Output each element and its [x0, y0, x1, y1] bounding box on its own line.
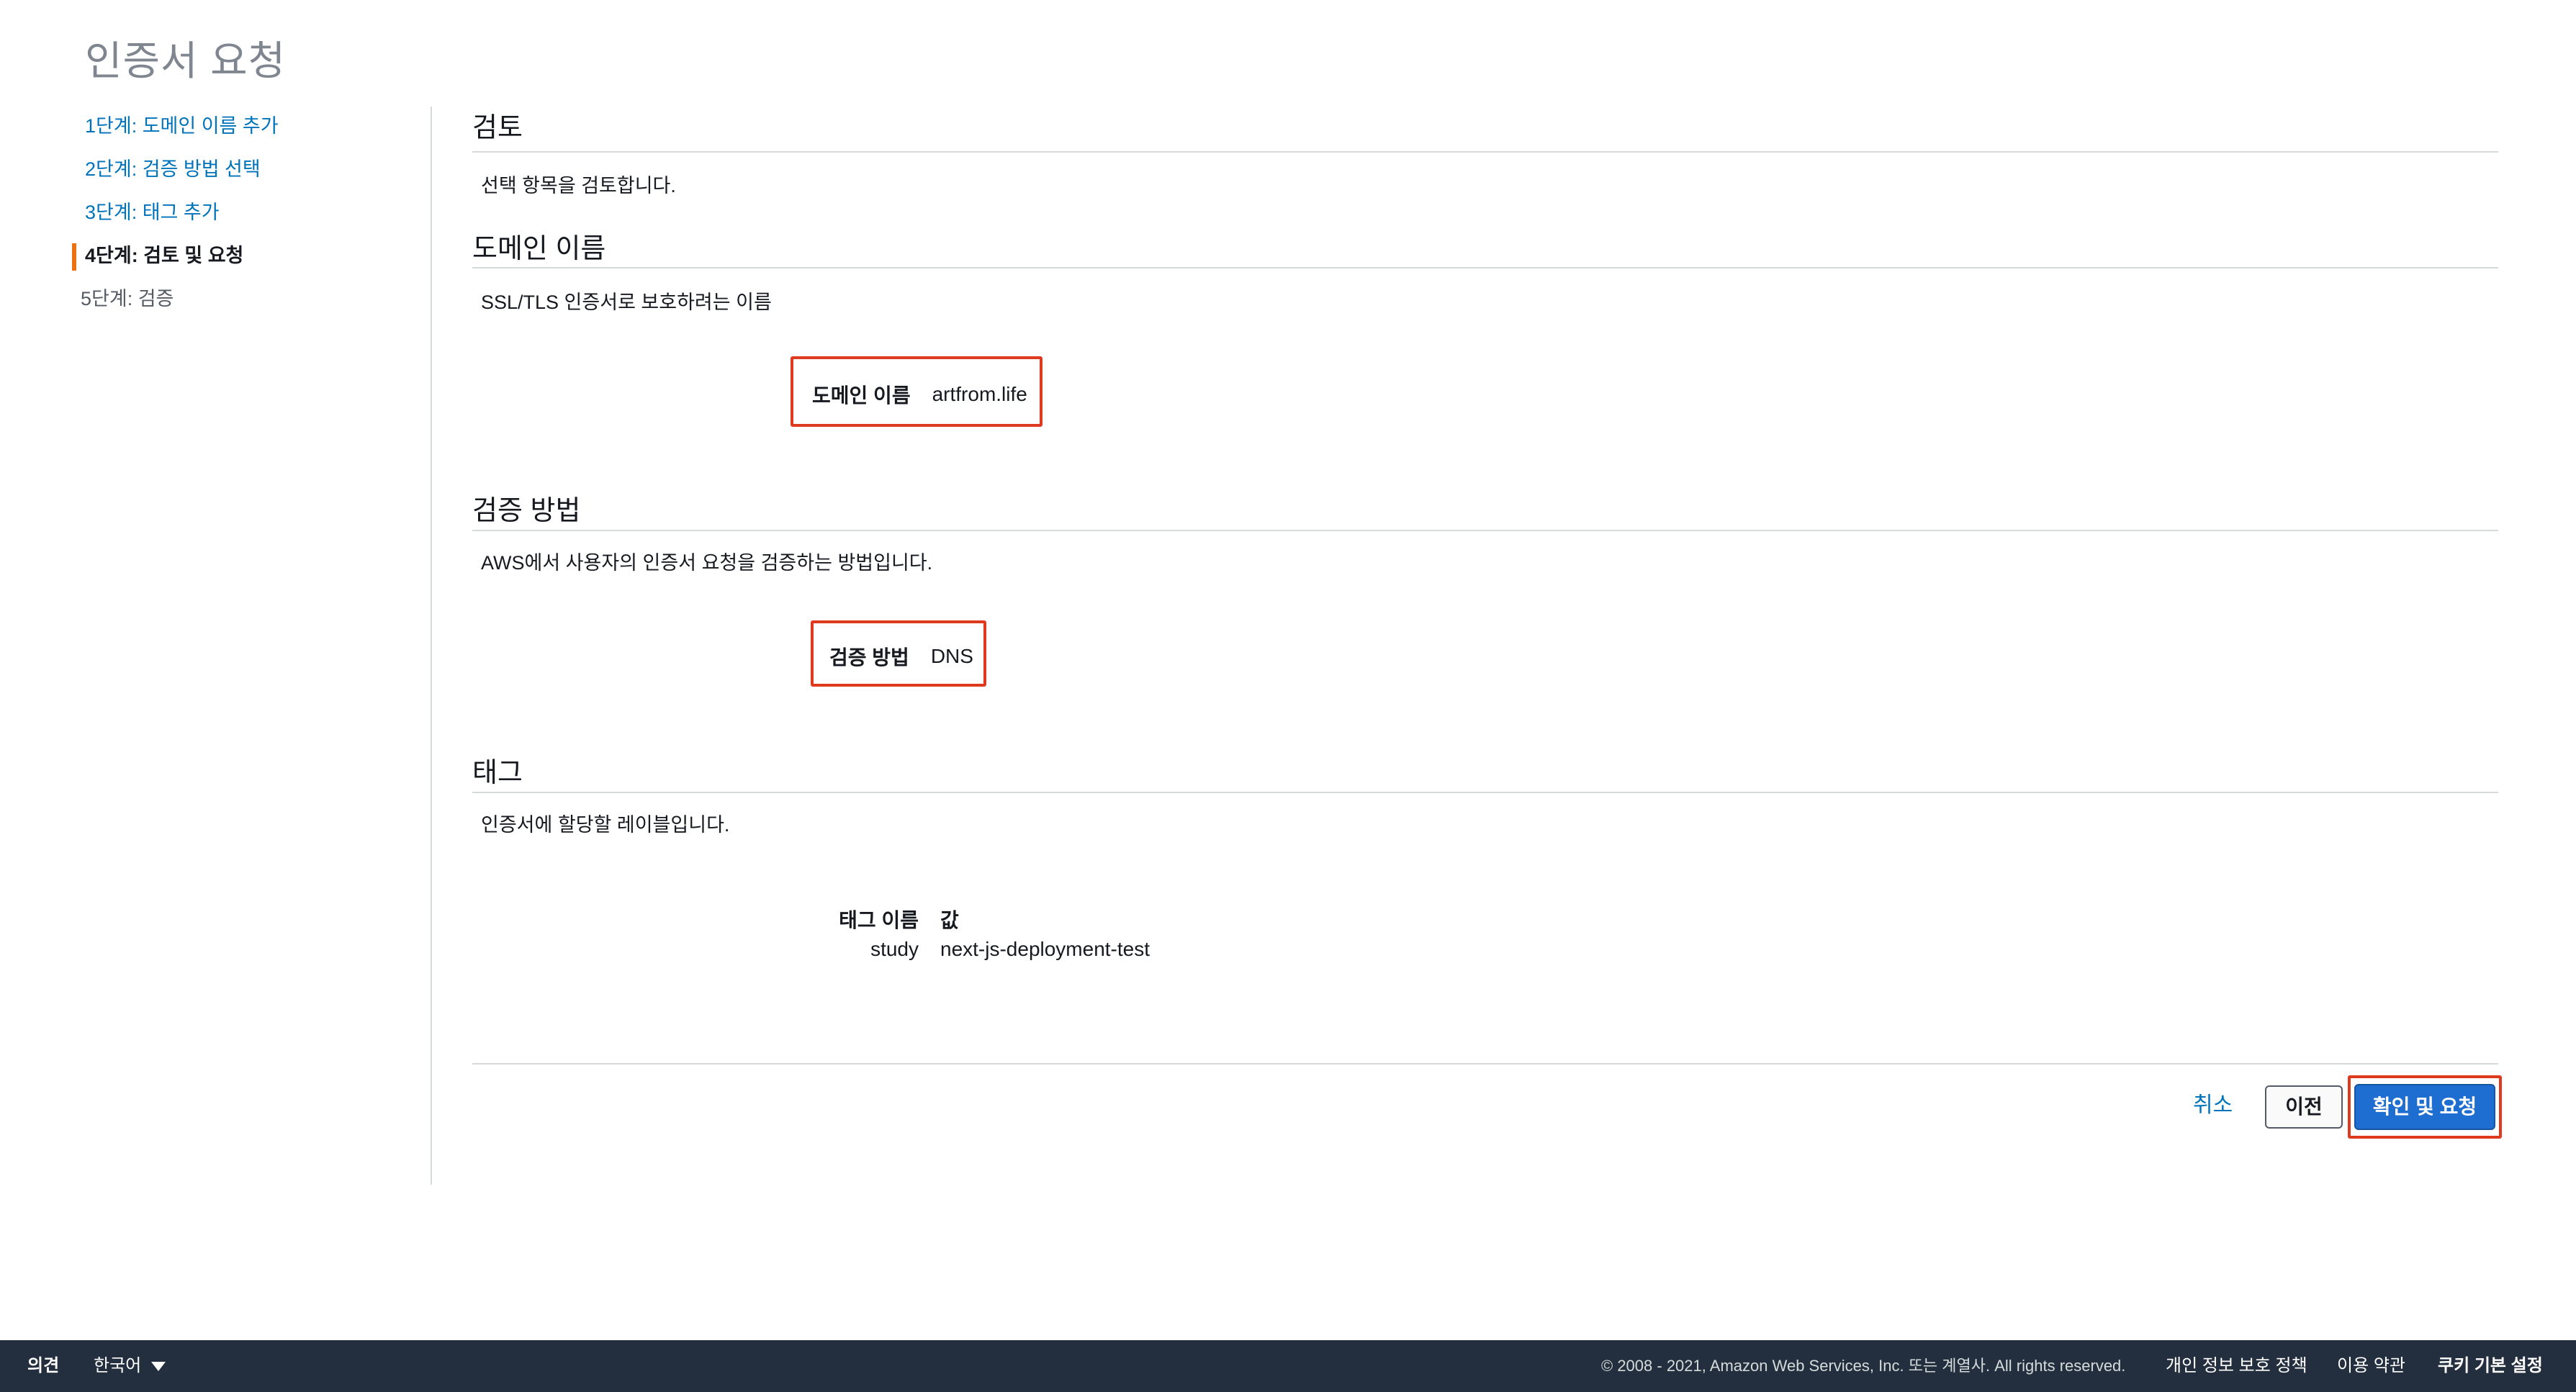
- step-3[interactable]: 3단계: 태그 추가: [72, 194, 403, 238]
- step-3-link[interactable]: 3단계: 태그 추가: [85, 202, 220, 223]
- validation-section-title: 검증 방법: [472, 496, 581, 526]
- privacy-link[interactable]: 개인 정보 보호 정책: [2166, 1340, 2307, 1392]
- domain-description: SSL/TLS 인증서로 보호하려는 이름: [481, 291, 772, 313]
- tags-table: 태그 이름 값 study next-js-deployment-test: [818, 904, 1150, 964]
- terms-link[interactable]: 이용 약관: [2337, 1340, 2405, 1392]
- domain-row: 도메인 이름 artfrom.life: [812, 380, 1027, 409]
- review-description: 선택 항목을 검토합니다.: [481, 175, 676, 196]
- domain-key: 도메인 이름: [812, 384, 911, 407]
- validation-divider: [472, 530, 2498, 531]
- step-4-current: 4단계: 검토 및 요청: [72, 238, 403, 281]
- footer: 의견 한국어 © 2008 - 2021, Amazon Web Service…: [0, 1340, 2576, 1392]
- review-title: 검토: [472, 113, 523, 143]
- previous-button[interactable]: 이전: [2265, 1085, 2343, 1129]
- actions-divider: [472, 1063, 2498, 1065]
- sidebar-divider: [431, 107, 432, 1185]
- wizard-steps: 1단계: 도메인 이름 추가 2단계: 검증 방법 선택 3단계: 태그 추가 …: [72, 108, 403, 324]
- tags-header-row: 태그 이름 값: [818, 904, 1150, 934]
- table-row: study next-js-deployment-test: [818, 934, 1150, 964]
- validation-row: 검증 방법 DNS: [829, 642, 973, 671]
- tag-value-cell: next-js-deployment-test: [940, 938, 1150, 960]
- validation-description: AWS에서 사용자의 인증서 요청을 검증하는 방법입니다.: [481, 552, 933, 574]
- domain-divider: [472, 267, 2498, 268]
- cancel-button[interactable]: 취소: [2193, 1087, 2233, 1118]
- domain-section-title: 도메인 이름: [472, 234, 606, 264]
- language-selector[interactable]: 한국어: [94, 1340, 166, 1392]
- domain-value: artfrom.life: [932, 383, 1027, 405]
- feedback-link[interactable]: 의견: [27, 1340, 59, 1392]
- tag-name-cell: study: [870, 938, 919, 960]
- language-label: 한국어: [94, 1356, 142, 1375]
- review-panel: 검토 선택 항목을 검토합니다. 도메인 이름 SSL/TLS 인증서로 보호하…: [472, 0, 2502, 1392]
- tags-divider: [472, 792, 2498, 793]
- tag-name-header: 태그 이름: [839, 909, 919, 931]
- caret-down-icon: [151, 1362, 166, 1372]
- step-2[interactable]: 2단계: 검증 방법 선택: [72, 151, 403, 194]
- tags-section-title: 태그: [472, 758, 523, 788]
- step-2-link[interactable]: 2단계: 검증 방법 선택: [85, 158, 261, 180]
- validation-key: 검증 방법: [829, 646, 909, 669]
- validation-value: DNS: [930, 645, 973, 667]
- step-1-link[interactable]: 1단계: 도메인 이름 추가: [85, 115, 279, 137]
- review-divider: [472, 151, 2498, 153]
- copyright-text: © 2008 - 2021, Amazon Web Services, Inc.…: [1601, 1357, 2126, 1375]
- confirm-request-button[interactable]: 확인 및 요청: [2354, 1084, 2495, 1130]
- page-title: 인증서 요청: [85, 38, 287, 83]
- tag-value-header: 값: [940, 909, 959, 931]
- tags-description: 인증서에 할당할 레이블입니다.: [481, 814, 730, 836]
- step-1[interactable]: 1단계: 도메인 이름 추가: [72, 108, 403, 151]
- step-5: 5단계: 검증: [81, 288, 174, 309]
- cookie-preferences-link[interactable]: 쿠키 기본 설정: [2438, 1340, 2543, 1392]
